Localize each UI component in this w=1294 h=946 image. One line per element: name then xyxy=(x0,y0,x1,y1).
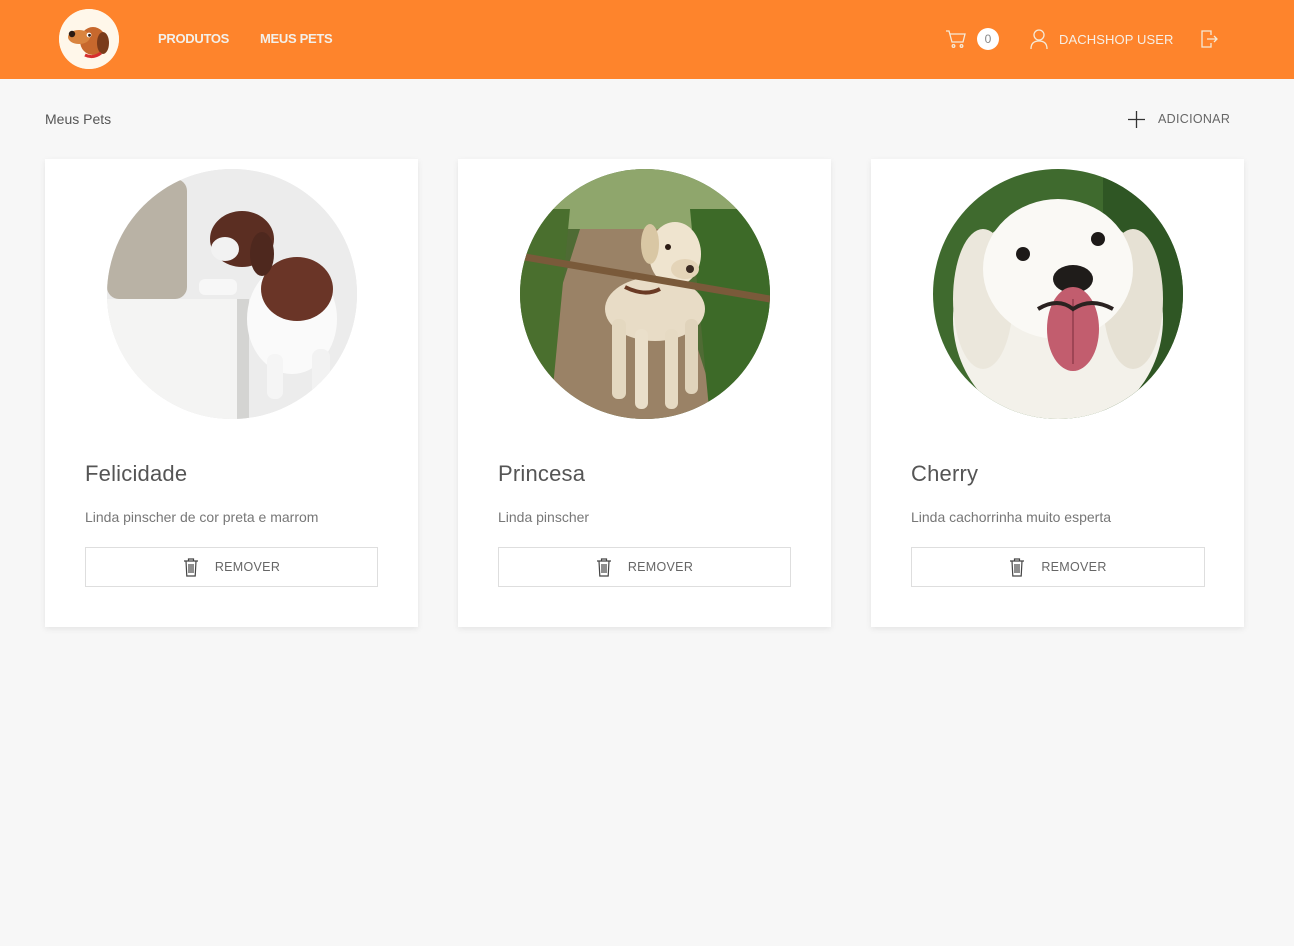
pet-photo xyxy=(520,169,770,419)
add-pet-button[interactable]: ADICIONAR xyxy=(1127,109,1230,129)
nav-produtos-link[interactable]: PRODUTOS xyxy=(158,31,229,46)
trash-icon xyxy=(183,557,199,577)
plus-icon xyxy=(1127,110,1146,129)
remove-pet-button[interactable]: REMOVER xyxy=(85,547,378,587)
pet-card: Felicidade Linda pinscher de cor preta e… xyxy=(45,159,418,627)
remove-label: REMOVER xyxy=(1041,560,1107,574)
remove-label: REMOVER xyxy=(627,560,694,574)
user-icon xyxy=(1029,28,1049,50)
trash-icon xyxy=(596,557,612,577)
pet-description: Linda pinscher xyxy=(498,509,590,525)
dachshund-logo-icon[interactable] xyxy=(59,9,119,69)
remove-label: REMOVER xyxy=(214,560,281,574)
cart-icon[interactable] xyxy=(945,29,967,49)
cart-count-badge[interactable]: 0 xyxy=(977,28,999,50)
pet-card: Cherry Linda cachorrinha muito esperta R… xyxy=(871,159,1244,627)
pet-photo xyxy=(107,169,357,419)
page-title: Meus Pets xyxy=(45,111,112,127)
remove-pet-button[interactable]: REMOVER xyxy=(498,547,791,587)
pet-name: Cherry xyxy=(911,461,979,486)
user-name-link[interactable]: DACHSHOP USER xyxy=(1059,32,1173,47)
pet-name: Princesa xyxy=(498,461,586,486)
remove-pet-button[interactable]: REMOVER xyxy=(911,547,1205,587)
top-navbar: PRODUTOS MEUS PETS 0 DACHSHOP USER xyxy=(0,0,1294,79)
pet-photo xyxy=(933,169,1183,419)
pet-name: Felicidade xyxy=(85,461,188,486)
add-pet-label: ADICIONAR xyxy=(1158,112,1231,126)
pet-card: Princesa Linda pinscher REMOVER xyxy=(458,159,831,627)
pet-description: Linda pinscher de cor preta e marrom xyxy=(85,509,319,525)
pet-description: Linda cachorrinha muito esperta xyxy=(911,509,1112,525)
logout-icon[interactable] xyxy=(1200,29,1218,49)
nav-meus-pets-link[interactable]: MEUS PETS xyxy=(260,31,333,46)
trash-icon xyxy=(1009,557,1025,577)
